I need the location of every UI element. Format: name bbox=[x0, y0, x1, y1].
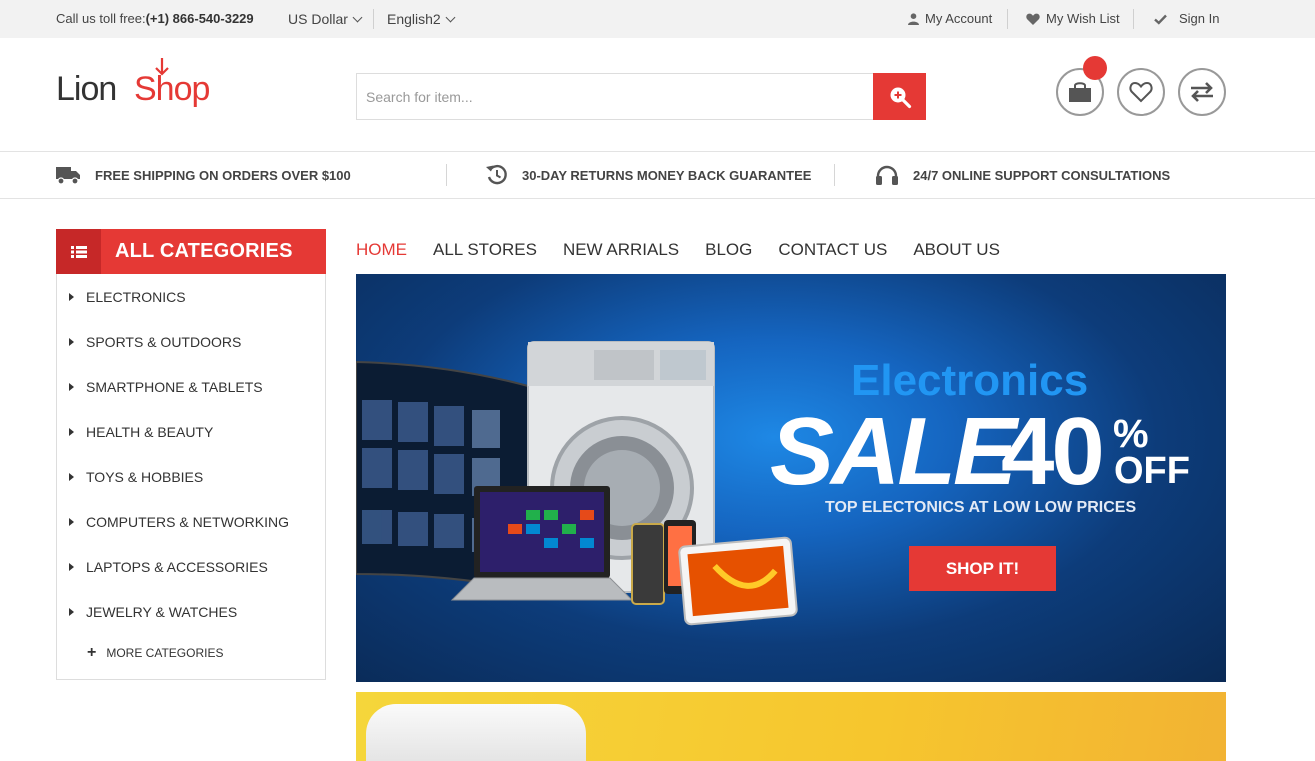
currency-label: US Dollar bbox=[288, 11, 348, 27]
search-button[interactable] bbox=[873, 73, 926, 120]
feature-label: 30-DAY RETURNS MONEY BACK GUARANTEE bbox=[522, 167, 812, 183]
category-label: JEWELRY & WATCHES bbox=[86, 604, 238, 620]
headphones-icon bbox=[876, 165, 898, 185]
product-image bbox=[366, 704, 586, 761]
category-label: HEALTH & BEAUTY bbox=[86, 424, 214, 440]
divider bbox=[1007, 9, 1008, 29]
nav-item-contact-us[interactable]: CONTACT US bbox=[778, 240, 887, 262]
category-label: COMPUTERS & NETWORKING bbox=[86, 514, 290, 530]
sign-in-label: Sign In bbox=[1179, 11, 1220, 26]
wish-list-link[interactable]: My Wish List bbox=[1026, 0, 1120, 38]
cart-arrow-logo-icon bbox=[155, 58, 169, 76]
wishlist-button[interactable] bbox=[1117, 68, 1165, 116]
site-logo[interactable]: Lion Shop bbox=[56, 58, 226, 114]
search-bar bbox=[356, 73, 926, 120]
secondary-banner[interactable] bbox=[356, 692, 1226, 761]
banner-off-text: OFF bbox=[1114, 450, 1190, 492]
category-label: ELECTRONICS bbox=[86, 289, 186, 305]
divider bbox=[446, 164, 447, 186]
category-item-health-beauty[interactable]: HEALTH & BEAUTY bbox=[69, 422, 213, 442]
feature-support: 24/7 ONLINE SUPPORT CONSULTATIONS bbox=[875, 152, 1170, 198]
nav-item-home[interactable]: HOME bbox=[356, 240, 407, 262]
user-icon bbox=[908, 13, 919, 25]
category-label: LAPTOPS & ACCESSORIES bbox=[86, 559, 268, 575]
divider bbox=[373, 9, 374, 29]
cart-count-badge bbox=[1083, 56, 1107, 80]
caret-right-icon bbox=[69, 338, 74, 346]
more-categories-label: MORE CATEGORIES bbox=[106, 646, 224, 660]
search-icon bbox=[890, 87, 911, 108]
caret-right-icon bbox=[69, 563, 74, 571]
compare-icon bbox=[1191, 82, 1213, 102]
feature-label: FREE SHIPPING ON ORDERS OVER $100 bbox=[95, 167, 351, 183]
my-account-link[interactable]: My Account bbox=[908, 0, 992, 38]
all-categories-title: ALL CATEGORIES bbox=[115, 240, 293, 262]
category-item-smartphone-tablets[interactable]: SMARTPHONE & TABLETS bbox=[69, 377, 263, 397]
feature-returns: 30-DAY RETURNS MONEY BACK GUARANTEE bbox=[486, 152, 811, 198]
caret-right-icon bbox=[69, 293, 74, 301]
phone-label: Call us toll free: bbox=[56, 11, 146, 26]
check-icon bbox=[1154, 14, 1167, 25]
category-item-electronics[interactable]: ELECTRONICS bbox=[69, 287, 186, 307]
banner-percent: 40 bbox=[1001, 398, 1105, 505]
phone-number: (+1) 866-540-3229 bbox=[145, 11, 254, 26]
language-label: English2 bbox=[387, 11, 441, 27]
category-label: SMARTPHONE & TABLETS bbox=[86, 379, 263, 395]
category-item-sports-outdoors[interactable]: SPORTS & OUTDOORS bbox=[69, 332, 241, 352]
feature-label: 24/7 ONLINE SUPPORT CONSULTATIONS bbox=[913, 167, 1171, 183]
currency-select[interactable]: US Dollar bbox=[288, 0, 363, 38]
shopping-bag-icon bbox=[1069, 82, 1091, 102]
category-label: SPORTS & OUTDOORS bbox=[86, 334, 242, 350]
phone-info: Call us toll free:(+1) 866-540-3229 bbox=[56, 0, 254, 38]
category-item-jewelry-watches[interactable]: JEWELRY & WATCHES bbox=[69, 602, 237, 622]
my-account-label: My Account bbox=[925, 11, 993, 26]
caret-right-icon bbox=[69, 518, 74, 526]
category-menu-icon bbox=[56, 229, 101, 274]
language-select[interactable]: English2 bbox=[387, 0, 456, 38]
top-bar: Call us toll free:(+1) 866-540-3229 US D… bbox=[0, 0, 1315, 38]
caret-right-icon bbox=[69, 428, 74, 436]
returns-icon bbox=[486, 164, 507, 185]
all-categories-header[interactable]: ALL CATEGORIES bbox=[56, 229, 326, 274]
caret-right-icon bbox=[69, 473, 74, 481]
wish-list-label: My Wish List bbox=[1046, 11, 1120, 26]
search-input[interactable] bbox=[357, 74, 873, 119]
plus-icon: + bbox=[87, 644, 97, 661]
shop-it-button[interactable]: SHOP IT! bbox=[909, 546, 1056, 591]
chevron-down-icon bbox=[352, 12, 363, 22]
sign-in-link[interactable]: Sign In bbox=[1154, 0, 1219, 38]
heart-icon bbox=[1129, 81, 1153, 103]
category-label: TOYS & HOBBIES bbox=[86, 469, 204, 485]
nav-item-all-stores[interactable]: ALL STORES bbox=[433, 240, 537, 262]
truck-icon bbox=[56, 167, 80, 185]
chevron-down-icon bbox=[445, 12, 456, 22]
caret-right-icon bbox=[69, 383, 74, 391]
electronics-product-image bbox=[356, 341, 798, 626]
main-nav: HOME ALL STORES NEW ARRIALS BLOG CONTACT… bbox=[356, 240, 1000, 262]
nav-item-blog[interactable]: BLOG bbox=[705, 240, 752, 262]
feature-free-shipping: FREE SHIPPING ON ORDERS OVER $100 bbox=[56, 152, 351, 198]
banner-sale-text: SALE bbox=[770, 398, 1017, 505]
hero-banner[interactable]: Electronics SALE 40 % OFF TOP ELECTONICS… bbox=[356, 274, 1226, 682]
caret-right-icon bbox=[69, 608, 74, 616]
nav-item-about-us[interactable]: ABOUT US bbox=[913, 240, 1000, 262]
logo-text-lion: Lion bbox=[56, 70, 117, 108]
heart-icon bbox=[1026, 13, 1040, 25]
divider bbox=[834, 164, 835, 186]
category-item-computers-networking[interactable]: COMPUTERS & NETWORKING bbox=[69, 512, 289, 532]
more-categories-link[interactable]: + MORE CATEGORIES bbox=[87, 644, 224, 661]
category-item-toys-hobbies[interactable]: TOYS & HOBBIES bbox=[69, 467, 203, 487]
divider bbox=[1133, 9, 1134, 29]
category-item-laptops-accessories[interactable]: LAPTOPS & ACCESSORIES bbox=[69, 557, 268, 577]
nav-item-new-arrivals[interactable]: NEW ARRIALS bbox=[563, 240, 679, 262]
features-strip: FREE SHIPPING ON ORDERS OVER $100 30-DAY… bbox=[0, 151, 1315, 199]
banner-subtitle: TOP ELECTONICS AT LOW LOW PRICES bbox=[825, 499, 1137, 516]
category-list: ELECTRONICS SPORTS & OUTDOORS SMARTPHONE… bbox=[56, 274, 326, 680]
compare-button[interactable] bbox=[1178, 68, 1226, 116]
